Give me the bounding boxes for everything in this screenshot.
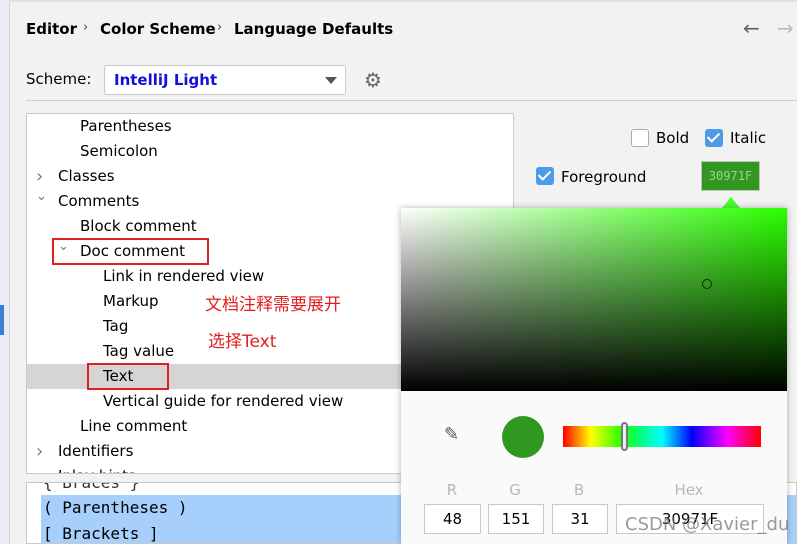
breadcrumb-color-scheme[interactable]: Color Scheme [100, 20, 216, 38]
tree-item-label: Markup [103, 292, 159, 310]
highlight-box-doc-comment [52, 238, 209, 265]
tree-item-label: Tag value [103, 342, 175, 360]
color-picker-popup: ✎ R G B Hex 48 151 31 30971F [401, 208, 787, 544]
hue-slider-thumb[interactable] [621, 422, 628, 451]
eyedropper-icon[interactable]: ✎ [444, 424, 459, 445]
r-input[interactable]: 48 [424, 504, 481, 534]
tree-item-label: Block comment [80, 217, 197, 235]
foreground-label: Foreground [561, 168, 647, 186]
bold-label: Bold [656, 129, 690, 147]
watermark: CSDN @Xavier_du [625, 514, 790, 535]
chevron-down-icon[interactable]: ⌄ [36, 184, 47, 209]
left-sidebar-edge [0, 0, 10, 544]
tree-item[interactable]: Semicolon [27, 139, 513, 164]
g-input[interactable]: 151 [488, 504, 544, 534]
annotation-select-text: 选择Text [208, 332, 277, 352]
saturation-brightness-area[interactable] [401, 208, 787, 391]
foreground-color-swatch[interactable]: 30971F [701, 161, 760, 191]
b-label: B [573, 481, 585, 499]
r-label: R [446, 481, 458, 499]
tree-item-label: Tag [103, 317, 129, 335]
tree-item[interactable]: Parentheses [27, 114, 513, 139]
chevron-down-icon [325, 77, 337, 84]
scheme-label: Scheme: [26, 70, 92, 88]
italic-label: Italic [730, 129, 767, 147]
chevron-right-icon[interactable]: › [36, 439, 43, 464]
tree-item-label: Classes [58, 167, 115, 185]
b-input[interactable]: 31 [552, 504, 608, 534]
tree-item-label: Inlay hints [58, 464, 136, 473]
breadcrumb-language-defaults: Language Defaults [234, 20, 394, 38]
tree-item-label: Comments [58, 192, 140, 210]
forward-arrow-icon[interactable]: → [777, 16, 794, 40]
scheme-value: IntelliJ Light [114, 71, 218, 89]
tree-item-label: Vertical guide for rendered view [103, 392, 344, 410]
tree-item[interactable]: › Classes [27, 164, 513, 189]
tree-item-label: Line comment [80, 417, 188, 435]
annotation-expand: 文档注释需要展开 [205, 295, 341, 315]
g-label: G [509, 481, 521, 499]
color-preview-circle [502, 416, 544, 458]
tree-item-label: Semicolon [80, 142, 158, 160]
popup-pointer [722, 197, 740, 208]
sidebar-selection-marker [0, 305, 4, 335]
hex-label: Hex [674, 481, 704, 499]
color-marker[interactable] [702, 279, 712, 289]
tree-item-label: Parentheses [80, 117, 172, 135]
tree-item-label: Identifiers [58, 442, 134, 460]
bold-checkbox[interactable] [631, 129, 649, 147]
chevron-right-icon[interactable]: › [36, 464, 43, 473]
gear-icon[interactable]: ⚙ [364, 68, 382, 92]
top-border [0, 0, 797, 2]
italic-checkbox[interactable] [705, 129, 723, 147]
breadcrumb-separator: › [83, 20, 89, 35]
highlight-box-text [87, 363, 169, 390]
breadcrumb-separator: › [217, 20, 223, 35]
breadcrumb-editor[interactable]: Editor [26, 20, 77, 38]
scheme-dropdown[interactable]: IntelliJ Light [104, 65, 346, 95]
divider [26, 100, 797, 101]
hue-slider[interactable] [563, 422, 761, 451]
back-arrow-icon[interactable]: ← [743, 16, 760, 40]
tree-item-label: Link in rendered view [103, 267, 265, 285]
foreground-checkbox[interactable] [536, 167, 554, 185]
